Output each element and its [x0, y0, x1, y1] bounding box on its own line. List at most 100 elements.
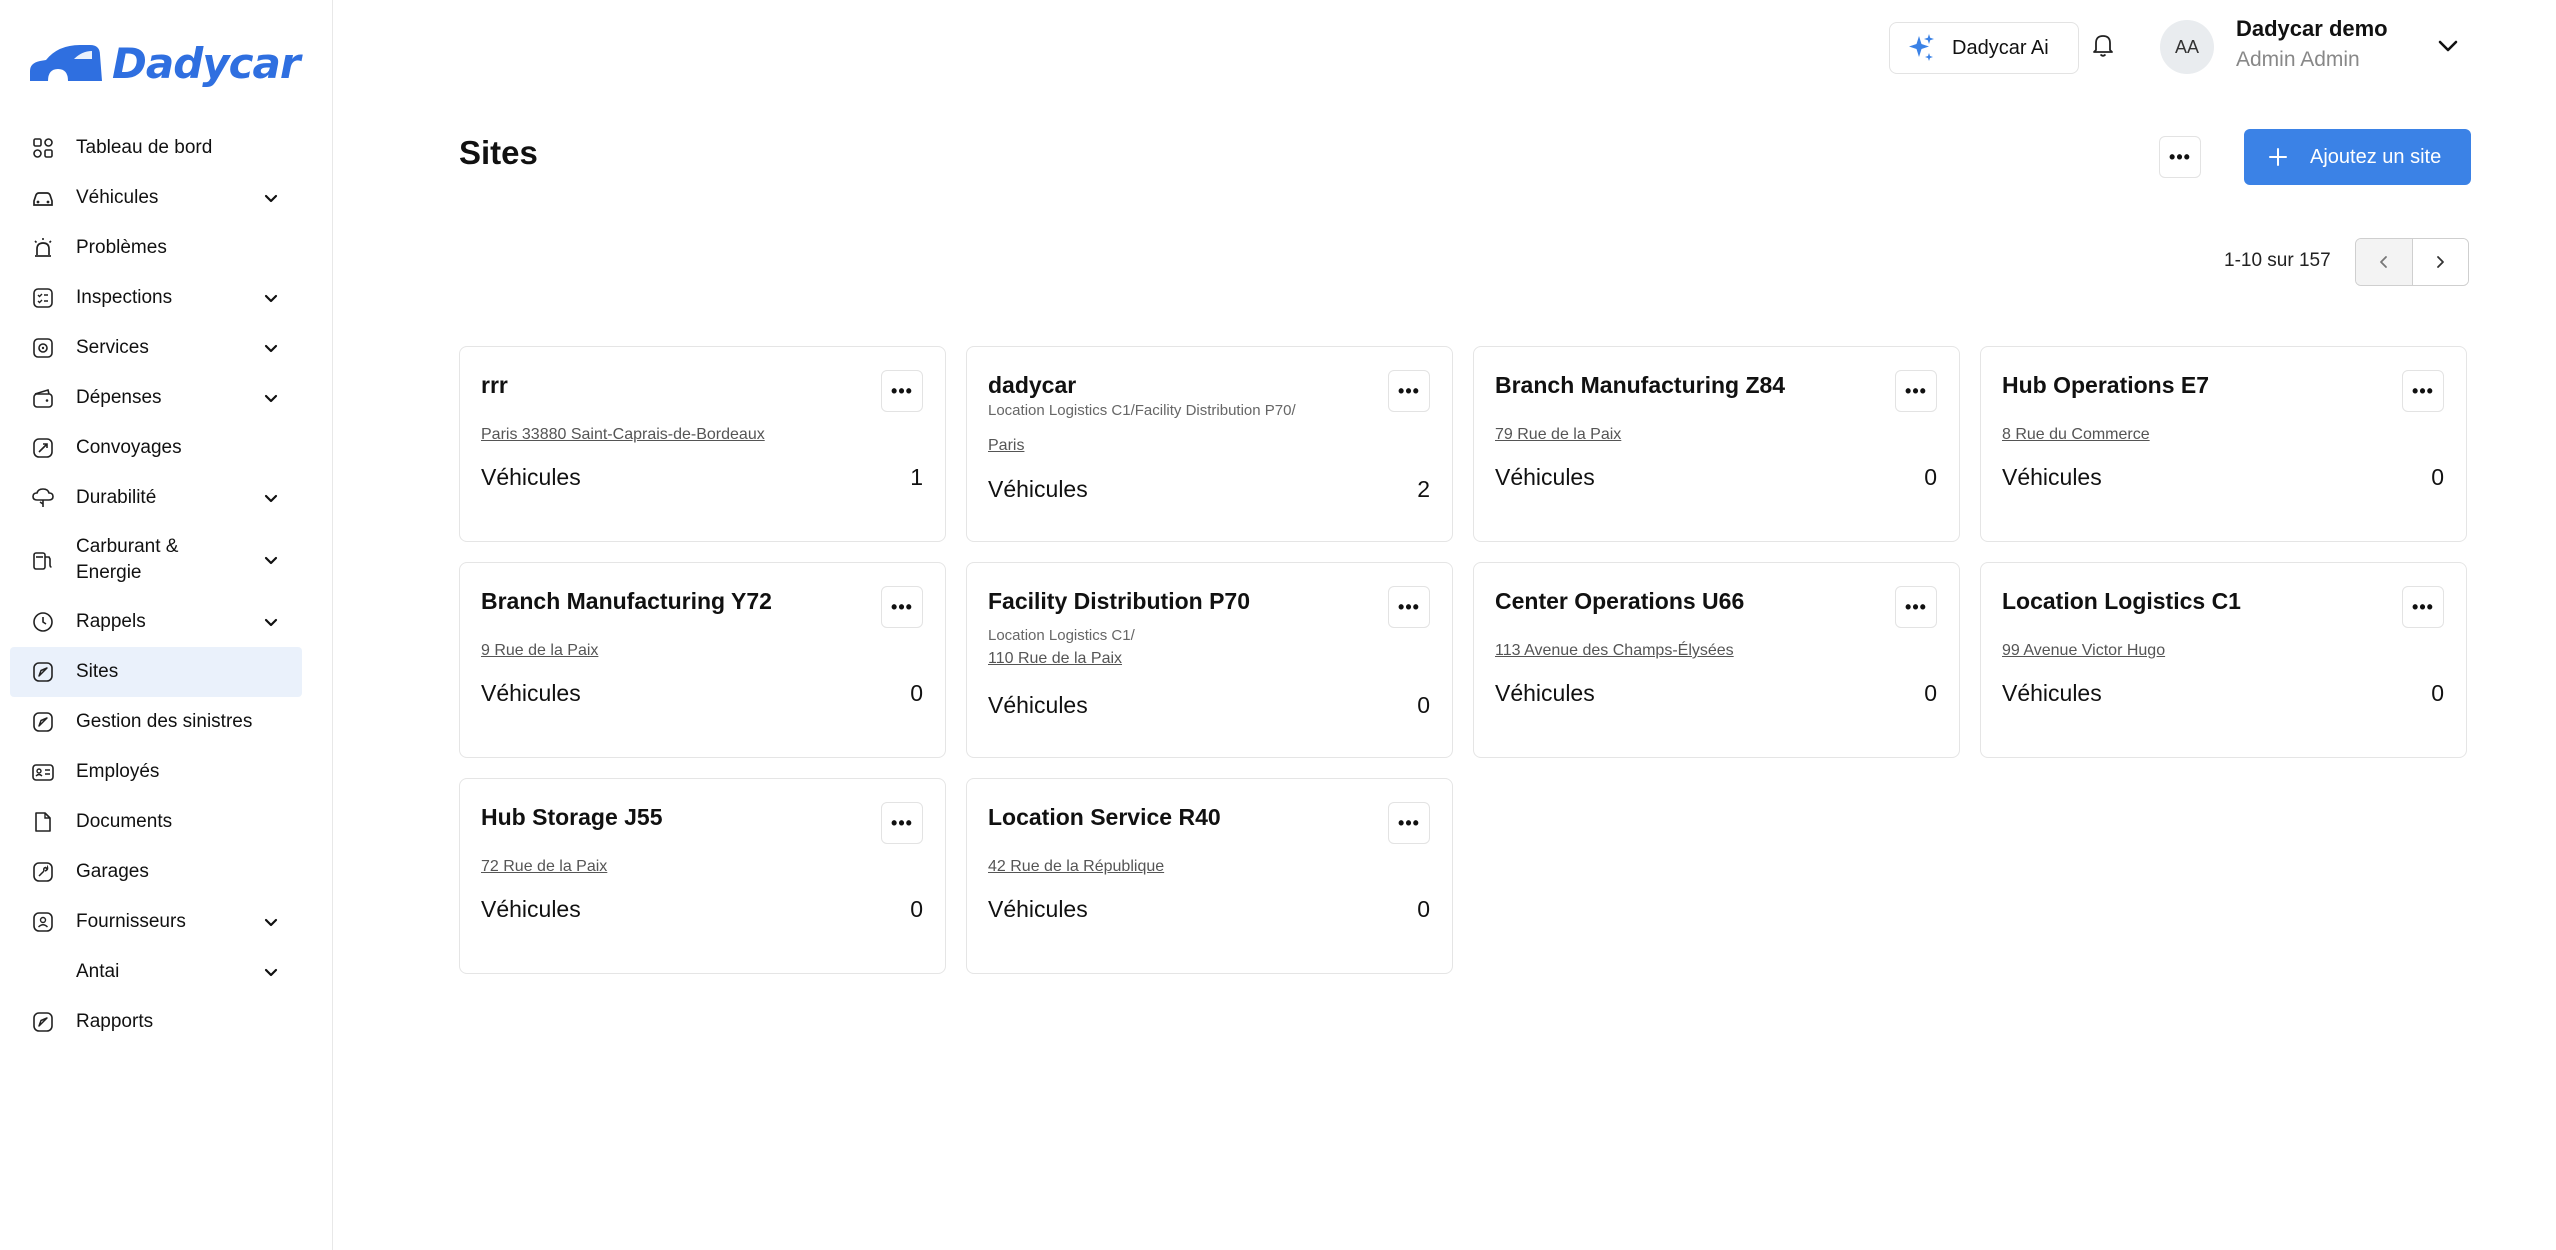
sidebar-item-employes[interactable]: Employés	[10, 747, 302, 797]
pagination	[2355, 238, 2469, 286]
site-address[interactable]: Paris 33880 Saint-Caprais-de-Bordeaux	[481, 426, 765, 444]
pagination-info: 1-10 sur 157	[2224, 250, 2331, 271]
chevron-down-icon[interactable]	[260, 549, 282, 571]
sidebar-item-gestion-des-sinistres[interactable]: Gestion des sinistres	[10, 697, 302, 747]
site-more-button[interactable]: •••	[1895, 370, 1937, 412]
chevron-down-icon[interactable]	[260, 187, 282, 209]
site-name[interactable]: Facility Distribution P70	[988, 588, 1250, 615]
site-more-button[interactable]: •••	[881, 586, 923, 628]
site-card[interactable]: Facility Distribution P70 Location Logist…	[966, 562, 1453, 758]
site-address[interactable]: 42 Rue de la République	[988, 858, 1164, 876]
chevron-down-icon[interactable]	[260, 337, 282, 359]
sidebar-item-vehicules[interactable]: Véhicules	[10, 173, 302, 223]
more-icon: •••	[1398, 381, 1420, 401]
site-name[interactable]: dadycar	[988, 372, 1076, 399]
site-more-button[interactable]: •••	[881, 370, 923, 412]
site-more-button[interactable]: •••	[1388, 802, 1430, 844]
sidebar-item-depenses[interactable]: Dépenses	[10, 373, 302, 423]
sidebar-item-sites[interactable]: Sites	[10, 647, 302, 697]
vehicles-label: Véhicules	[2002, 680, 2102, 706]
site-name[interactable]: Center Operations U66	[1495, 588, 1744, 615]
sidebar-item-label: Gestion des sinistres	[76, 711, 253, 732]
document-icon	[30, 809, 56, 835]
site-card[interactable]: Branch Manufacturing Y72 9 Rue de la Paix…	[459, 562, 946, 758]
vehicles-count: 2	[1417, 476, 1430, 502]
next-page-button[interactable]	[2412, 239, 2468, 285]
site-name[interactable]: Location Service R40	[988, 804, 1221, 831]
site-address[interactable]: 99 Avenue Victor Hugo	[2002, 642, 2165, 660]
site-more-button[interactable]: •••	[1895, 586, 1937, 628]
chevron-down-icon[interactable]	[260, 911, 282, 933]
site-address[interactable]: 113 Avenue des Champs-Élysées	[1495, 642, 1734, 660]
avatar[interactable]: AA	[2160, 20, 2214, 74]
sidebar-item-carburant-energie[interactable]: Carburant & Energie	[10, 523, 302, 597]
site-address[interactable]: 72 Rue de la Paix	[481, 858, 607, 876]
site-address[interactable]: Paris	[988, 437, 1024, 455]
wrench-icon	[30, 859, 56, 885]
chevron-down-icon[interactable]	[260, 287, 282, 309]
page-more-button[interactable]: •••	[2159, 136, 2201, 178]
brand-name: Dadycar	[112, 38, 301, 88]
sidebar-item-antai[interactable]: Antai	[10, 947, 302, 997]
sidebar-item-rapports[interactable]: Rapports	[10, 997, 302, 1047]
sidebar-item-documents[interactable]: Documents	[10, 797, 302, 847]
page-title: Sites	[459, 134, 538, 171]
sidebar-item-label: Convoyages	[76, 437, 182, 458]
site-card[interactable]: Hub Operations E7 8 Rue du Commerce Véhicu…	[1980, 346, 2467, 542]
chevron-down-icon[interactable]	[260, 961, 282, 983]
site-address[interactable]: 8 Rue du Commerce	[2002, 426, 2150, 444]
site-card[interactable]: Location Service R40 42 Rue de la Républi…	[966, 778, 1453, 974]
site-name[interactable]: Branch Manufacturing Z84	[1495, 372, 1785, 399]
dadycar-logo[interactable]: Dadycar	[28, 38, 301, 88]
vehicles-label: Véhicules	[988, 896, 1088, 922]
car-logo-icon	[30, 45, 102, 81]
sidebar-item-fournisseurs[interactable]: Fournisseurs	[10, 897, 302, 947]
site-more-button[interactable]: •••	[2402, 586, 2444, 628]
previous-page-button[interactable]	[2356, 239, 2413, 285]
site-more-button[interactable]: •••	[881, 802, 923, 844]
site-parent-path: Location Logistics C1/	[988, 627, 1135, 644]
site-name[interactable]: Location Logistics C1	[2002, 588, 2241, 615]
site-name[interactable]: Branch Manufacturing Y72	[481, 588, 772, 615]
site-address[interactable]: 9 Rue de la Paix	[481, 642, 598, 660]
dadycar-ai-button[interactable]: Dadycar Ai	[1889, 22, 2079, 74]
sidebar-item-problemes[interactable]: Problèmes	[10, 223, 302, 273]
chevron-down-icon[interactable]	[2432, 30, 2464, 62]
sidebar-item-label: Antai	[76, 961, 120, 982]
site-card[interactable]: Center Operations U66 113 Avenue des Cham…	[1473, 562, 1960, 758]
site-card[interactable]: dadycar Location Logistics C1/Facility Di…	[966, 346, 1453, 542]
sidebar-item-convoyages[interactable]: Convoyages	[10, 423, 302, 473]
site-address[interactable]: 110 Rue de la Paix	[988, 650, 1122, 668]
add-site-button[interactable]: Ajoutez un site	[2244, 129, 2471, 185]
site-name[interactable]: Hub Operations E7	[2002, 372, 2209, 399]
site-address[interactable]: 79 Rue de la Paix	[1495, 426, 1621, 444]
sidebar-item-tableau-de-bord[interactable]: Tableau de bord	[10, 123, 302, 173]
vehicles-label: Véhicules	[2002, 464, 2102, 490]
site-card[interactable]: Branch Manufacturing Z84 79 Rue de la Pai…	[1473, 346, 1960, 542]
more-icon: •••	[891, 381, 913, 401]
more-icon: •••	[2412, 597, 2434, 617]
chevron-down-icon[interactable]	[260, 487, 282, 509]
site-card[interactable]: Hub Storage J55 72 Rue de la Paix Véhicule…	[459, 778, 946, 974]
site-card[interactable]: Location Logistics C1 99 Avenue Victor Hu…	[1980, 562, 2467, 758]
site-more-button[interactable]: •••	[1388, 586, 1430, 628]
chevron-down-icon[interactable]	[260, 611, 282, 633]
sidebar-item-rappels[interactable]: Rappels	[10, 597, 302, 647]
sidebar-item-inspections[interactable]: Inspections	[10, 273, 302, 323]
supplier-icon	[30, 909, 56, 935]
site-name[interactable]: rrr	[481, 372, 508, 399]
cloud-leaf-icon	[30, 485, 56, 511]
chevron-down-icon[interactable]	[260, 387, 282, 409]
site-name[interactable]: Hub Storage J55	[481, 804, 663, 831]
sidebar-item-durabilite[interactable]: Durabilité	[10, 473, 302, 523]
user-name[interactable]: Dadycar demo	[2236, 16, 2388, 42]
vehicles-label: Véhicules	[1495, 680, 1595, 706]
sidebar-item-garages[interactable]: Garages	[10, 847, 302, 897]
site-more-button[interactable]: •••	[2402, 370, 2444, 412]
sidebar-item-services[interactable]: Services	[10, 323, 302, 373]
sidebar-item-label: Durabilité	[76, 487, 157, 508]
site-more-button[interactable]: •••	[1388, 370, 1430, 412]
service-icon	[30, 335, 56, 361]
site-card[interactable]: rrr Paris 33880 Saint-Caprais-de-Bordeaux…	[459, 346, 946, 542]
bell-icon[interactable]	[2088, 30, 2118, 60]
